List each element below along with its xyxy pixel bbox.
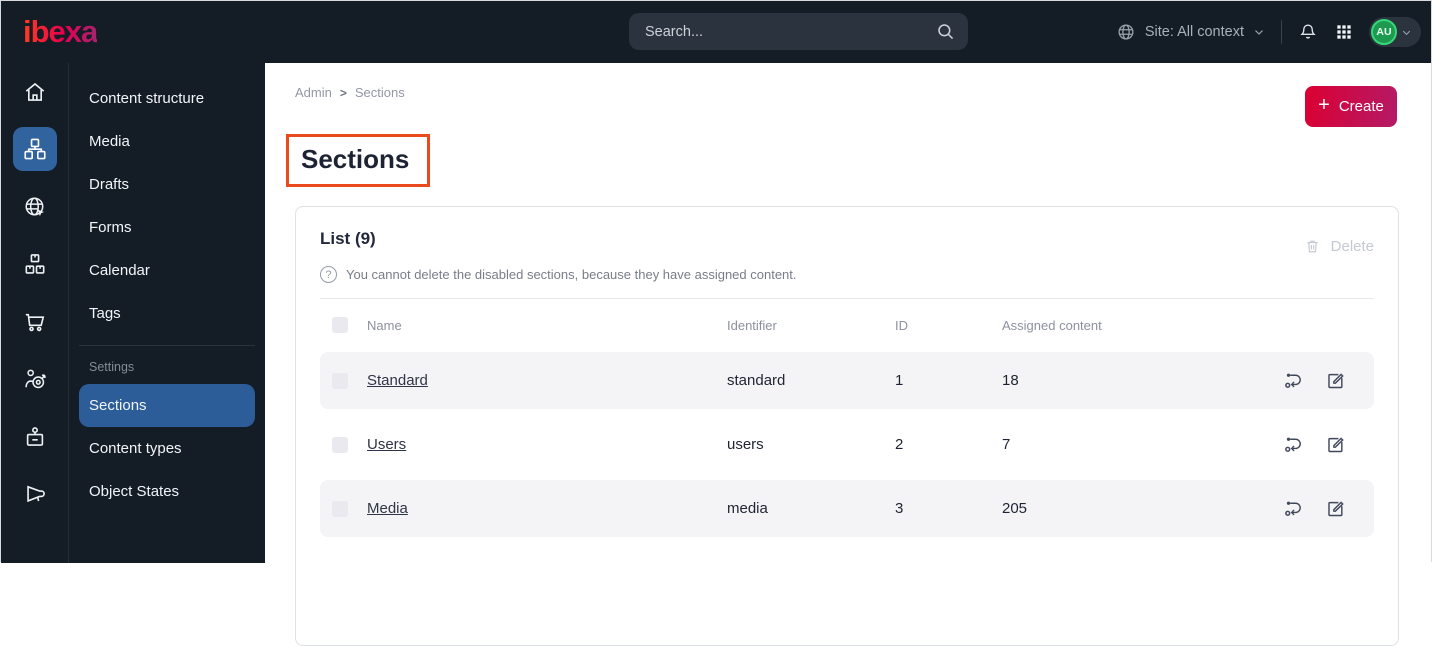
global-search[interactable] [629, 13, 968, 50]
menu-divider [79, 345, 255, 346]
ibexa-logo[interactable]: ibexa [23, 14, 98, 50]
assign-content-button[interactable] [1282, 369, 1305, 392]
assign-content-button[interactable] [1282, 433, 1305, 456]
table-row: Media media 3 205 [320, 480, 1374, 537]
create-button-label: Create [1338, 98, 1384, 115]
sidebar-item-content-types[interactable]: Content types [79, 427, 255, 470]
section-assigned-content: 205 [1002, 500, 1028, 517]
site-globe-icon [13, 185, 57, 229]
sidebar-item-drafts[interactable]: Drafts [79, 163, 255, 206]
sidebar-menu: Content structure Media Drafts Forms Cal… [69, 63, 265, 563]
sidebar-item-media[interactable]: Media [79, 120, 255, 163]
app-switcher-button[interactable] [1334, 22, 1354, 42]
edit-button[interactable] [1324, 369, 1347, 392]
select-all-checkbox[interactable] [332, 317, 348, 333]
table-header: Name Identifier ID Assigned content [320, 305, 1374, 345]
plus-icon: + [1318, 94, 1330, 116]
create-button[interactable]: + Create [1305, 86, 1397, 127]
chevron-down-icon [1400, 26, 1413, 39]
trash-icon [1303, 237, 1322, 256]
sidebar-item-sections[interactable]: Sections [79, 384, 255, 427]
sidebar-item-forms[interactable]: Forms [79, 206, 255, 249]
delete-button[interactable]: Delete [1303, 237, 1374, 256]
row-checkbox[interactable] [332, 436, 348, 453]
page-title: Sections [301, 144, 410, 174]
topbar: ibexa Site: All context [1, 1, 1431, 63]
cart-icon [13, 300, 57, 344]
bell-icon [1297, 21, 1319, 43]
personalization-target-icon [13, 357, 57, 401]
section-link[interactable]: Media [367, 500, 408, 517]
product-boxes-icon [13, 242, 57, 286]
rail-product-catalog[interactable] [1, 236, 68, 294]
list-title: List (9) [320, 229, 376, 248]
rail-dashboard[interactable] [1, 63, 68, 121]
home-icon [13, 70, 57, 114]
main-content: Admin > Sections + Create Sections List … [265, 63, 1431, 646]
help-icon: ? [320, 266, 337, 283]
rail-commerce[interactable] [1, 293, 68, 351]
topbar-divider [1281, 20, 1282, 44]
section-id: 1 [895, 372, 904, 389]
rail-content[interactable] [1, 121, 68, 179]
column-header-name: Name [367, 317, 402, 333]
settings-group-label: Settings [89, 360, 135, 374]
search-input[interactable] [645, 23, 935, 40]
megaphone-icon [13, 472, 57, 516]
rail-admin[interactable] [1, 408, 68, 466]
rail-site[interactable] [1, 178, 68, 236]
rail-personalization[interactable] [1, 351, 68, 409]
column-header-id: ID [895, 317, 908, 333]
sections-list-card: List (9) Delete ? You cannot delete the … [295, 206, 1399, 646]
section-identifier: users [727, 436, 764, 453]
search-icon[interactable] [935, 21, 956, 42]
section-assigned-content: 18 [1002, 372, 1019, 389]
breadcrumb: Admin > Sections [295, 85, 405, 100]
row-checkbox[interactable] [332, 372, 348, 389]
section-link[interactable]: Standard [367, 372, 428, 389]
section-identifier: media [727, 500, 768, 517]
breadcrumb-separator: > [339, 85, 347, 100]
row-checkbox[interactable] [332, 500, 348, 517]
sidebar-item-tags[interactable]: Tags [79, 292, 255, 335]
topbar-right: Site: All context AU [1115, 17, 1421, 47]
assign-content-button[interactable] [1282, 497, 1305, 520]
edit-button[interactable] [1324, 497, 1347, 520]
site-context-label: Site: All context [1144, 24, 1244, 40]
site-context-selector[interactable]: Site: All context [1115, 21, 1266, 43]
info-row: ? You cannot delete the disabled section… [320, 266, 1374, 283]
sidebar-item-content-structure[interactable]: Content structure [79, 77, 255, 120]
edit-button[interactable] [1324, 433, 1347, 456]
info-text: You cannot delete the disabled sections,… [346, 267, 797, 282]
rail-campaigns[interactable] [1, 466, 68, 524]
content-tree-icon [12, 127, 57, 172]
page-title-highlight-box: Sections [286, 134, 431, 187]
avatar: AU [1371, 19, 1397, 45]
section-assigned-content: 7 [1002, 436, 1011, 453]
column-header-identifier: Identifier [727, 317, 777, 333]
globe-icon [1115, 21, 1137, 43]
user-menu[interactable]: AU [1369, 17, 1421, 47]
card-divider [320, 298, 1374, 299]
admin-badge-icon [13, 415, 57, 459]
delete-button-label: Delete [1330, 238, 1374, 255]
grid-icon [1334, 22, 1354, 42]
sidebar-item-calendar[interactable]: Calendar [79, 249, 255, 292]
breadcrumb-admin[interactable]: Admin [295, 85, 332, 100]
table-row: Users users 2 7 [320, 416, 1374, 473]
section-link[interactable]: Users [367, 436, 406, 453]
breadcrumb-sections[interactable]: Sections [355, 85, 405, 100]
section-id: 2 [895, 436, 904, 453]
chevron-down-icon [1252, 25, 1266, 39]
section-identifier: standard [727, 372, 786, 389]
sidebar-item-object-states[interactable]: Object States [79, 470, 255, 513]
icon-rail [1, 63, 69, 563]
section-id: 3 [895, 500, 904, 517]
column-header-assigned-content: Assigned content [1002, 317, 1102, 333]
table-row: Standard standard 1 18 [320, 352, 1374, 409]
notifications-button[interactable] [1297, 21, 1319, 43]
